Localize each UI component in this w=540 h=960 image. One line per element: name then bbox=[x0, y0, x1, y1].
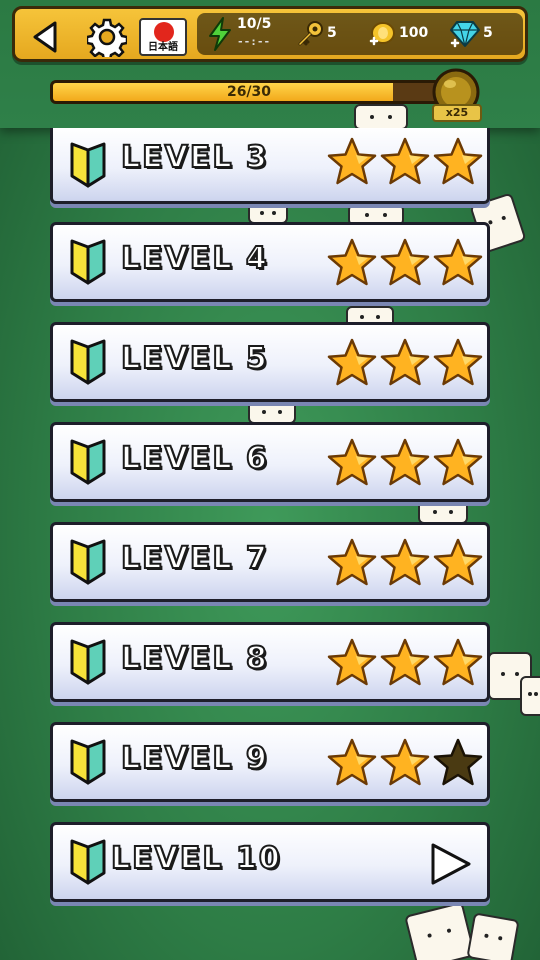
star-filled-icon bbox=[380, 438, 430, 486]
star-filled-icon bbox=[433, 338, 483, 386]
star-filled-icon bbox=[380, 538, 430, 586]
resource-panel: 10/5 --:-- 5 100 5 bbox=[197, 13, 523, 55]
star-filled-icon bbox=[327, 538, 377, 586]
star-filled-icon bbox=[380, 238, 430, 286]
reward-count-badge: x25 bbox=[432, 104, 482, 122]
level-label: LEVEL 10 bbox=[110, 840, 282, 877]
progress-label: 26/30 bbox=[226, 84, 272, 100]
gear-icon bbox=[85, 18, 129, 62]
star-filled-icon bbox=[380, 137, 430, 185]
level-label: LEVEL 6 bbox=[120, 440, 269, 477]
beginner-mark-icon bbox=[70, 439, 106, 485]
top-bar: 日本語 10/5 --:-- 5 100 5 bbox=[12, 6, 528, 62]
gems-value: 5 bbox=[483, 25, 493, 41]
star-rating bbox=[325, 237, 483, 291]
language-label: 日本語 bbox=[148, 42, 178, 53]
beginner-mark-icon bbox=[70, 539, 106, 585]
beginner-mark-icon bbox=[70, 839, 106, 885]
star-rating bbox=[325, 537, 483, 591]
beginner-mark-icon bbox=[70, 239, 106, 285]
level-label: LEVEL 3 bbox=[120, 139, 269, 176]
beginner-mark-icon bbox=[70, 339, 106, 385]
energy-timer: --:-- bbox=[237, 35, 271, 48]
level-label: LEVEL 8 bbox=[120, 640, 269, 677]
star-filled-icon bbox=[380, 738, 430, 786]
level-label: LEVEL 9 bbox=[120, 740, 269, 777]
star-filled-icon bbox=[327, 738, 377, 786]
level-list: LEVEL 3 LEVEL 4 LEVEL 5 LEVEL 6 LEVEL 7 LEVEL… bbox=[0, 0, 540, 960]
beginner-mark-icon bbox=[70, 639, 106, 685]
level-label: LEVEL 7 bbox=[120, 540, 269, 577]
level-card[interactable]: LEVEL 4 bbox=[50, 222, 490, 302]
keys-counter[interactable]: 5 bbox=[293, 13, 349, 55]
star-filled-icon bbox=[433, 238, 483, 286]
coins-counter[interactable]: 100 bbox=[365, 13, 435, 55]
star-rating bbox=[325, 637, 483, 691]
level-card[interactable]: LEVEL 3 bbox=[50, 128, 490, 204]
star-progress-bar: 26/30 bbox=[50, 80, 448, 104]
star-rating bbox=[325, 136, 483, 190]
level-card[interactable]: LEVEL 5 bbox=[50, 322, 490, 402]
gems-counter[interactable]: 5 bbox=[447, 13, 513, 55]
diamond-icon bbox=[450, 21, 480, 48]
level-card[interactable]: LEVEL 8 bbox=[50, 622, 490, 702]
lightning-icon bbox=[209, 17, 231, 51]
level-card[interactable]: LEVEL 6 bbox=[50, 422, 490, 502]
star-empty-icon bbox=[433, 738, 483, 786]
star-filled-icon bbox=[380, 338, 430, 386]
back-button[interactable] bbox=[29, 19, 65, 55]
star-filled-icon bbox=[327, 137, 377, 185]
level-card[interactable]: LEVEL 7 bbox=[50, 522, 490, 602]
star-filled-icon bbox=[433, 638, 483, 686]
star-filled-icon bbox=[433, 538, 483, 586]
level-label: LEVEL 5 bbox=[120, 340, 269, 377]
star-filled-icon bbox=[433, 137, 483, 185]
star-filled-icon bbox=[327, 638, 377, 686]
language-button[interactable]: 日本語 bbox=[139, 18, 187, 56]
energy-value: 10/5 bbox=[237, 16, 272, 32]
star-filled-icon bbox=[327, 438, 377, 486]
star-rating bbox=[325, 437, 483, 491]
coins-value: 100 bbox=[399, 25, 429, 41]
energy-counter[interactable]: 10/5 --:-- bbox=[203, 13, 283, 55]
star-filled-icon bbox=[327, 338, 377, 386]
level-card[interactable]: LEVEL 10 bbox=[50, 822, 490, 902]
star-rating bbox=[325, 737, 483, 791]
settings-button[interactable] bbox=[85, 17, 129, 62]
star-rating bbox=[325, 337, 483, 391]
keys-value: 5 bbox=[327, 25, 337, 41]
star-filled-icon bbox=[327, 238, 377, 286]
beginner-mark-icon bbox=[70, 142, 106, 188]
beginner-mark-icon bbox=[70, 739, 106, 785]
level-card[interactable]: LEVEL 9 bbox=[50, 722, 490, 802]
back-arrow-icon bbox=[33, 21, 57, 53]
coin-icon bbox=[369, 22, 395, 46]
star-filled-icon bbox=[380, 638, 430, 686]
play-triangle-icon[interactable] bbox=[427, 841, 473, 887]
level-label: LEVEL 4 bbox=[120, 240, 269, 277]
star-filled-icon bbox=[433, 438, 483, 486]
key-icon bbox=[298, 21, 323, 46]
